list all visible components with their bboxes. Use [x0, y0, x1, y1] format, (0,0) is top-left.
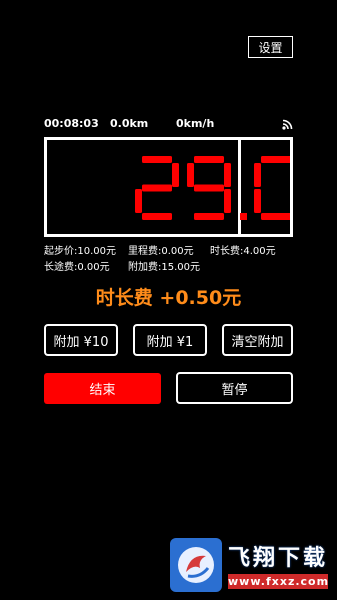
- time-fee-label: 时长费:4.00元: [210, 246, 276, 257]
- site-watermark: 飞翔下载 www.fxxz.com: [170, 538, 330, 592]
- long-distance-fee-label: 长途费:0.00元: [44, 262, 110, 273]
- end-trip-button[interactable]: 结束: [44, 373, 161, 404]
- extra-fee-label: 附加费:15.00元: [128, 262, 200, 273]
- watermark-url: www.fxxz.com: [228, 574, 330, 589]
- add-10-button[interactable]: 附加 ¥10: [44, 324, 118, 356]
- distance-readout: 0.0km: [110, 117, 149, 130]
- add-1-button[interactable]: 附加 ¥1: [133, 324, 207, 356]
- speed-readout: 0km/h: [176, 117, 215, 130]
- watermark-title: 飞翔下载: [228, 546, 329, 571]
- fare-decimal-point: [240, 213, 247, 220]
- elapsed-time: 00:08:03: [44, 117, 99, 130]
- mileage-fee-label: 里程费:0.00元: [128, 246, 194, 257]
- wifi-signal-icon: [282, 119, 293, 130]
- base-fare-label: 起步价:10.00元: [44, 246, 116, 257]
- settings-button[interactable]: 设置: [248, 36, 293, 58]
- fare-digit: [187, 156, 231, 220]
- pause-button[interactable]: 暂停: [176, 372, 293, 404]
- fee-increment-notice: 时长费 +0.50元: [95, 287, 242, 309]
- fare-digit: [135, 156, 179, 220]
- fare-digits: [135, 156, 290, 220]
- clear-extra-button[interactable]: 清空附加: [222, 324, 293, 356]
- fare-digit: [254, 156, 290, 220]
- fare-meter-display: [44, 137, 293, 237]
- watermark-logo-icon: [170, 538, 222, 592]
